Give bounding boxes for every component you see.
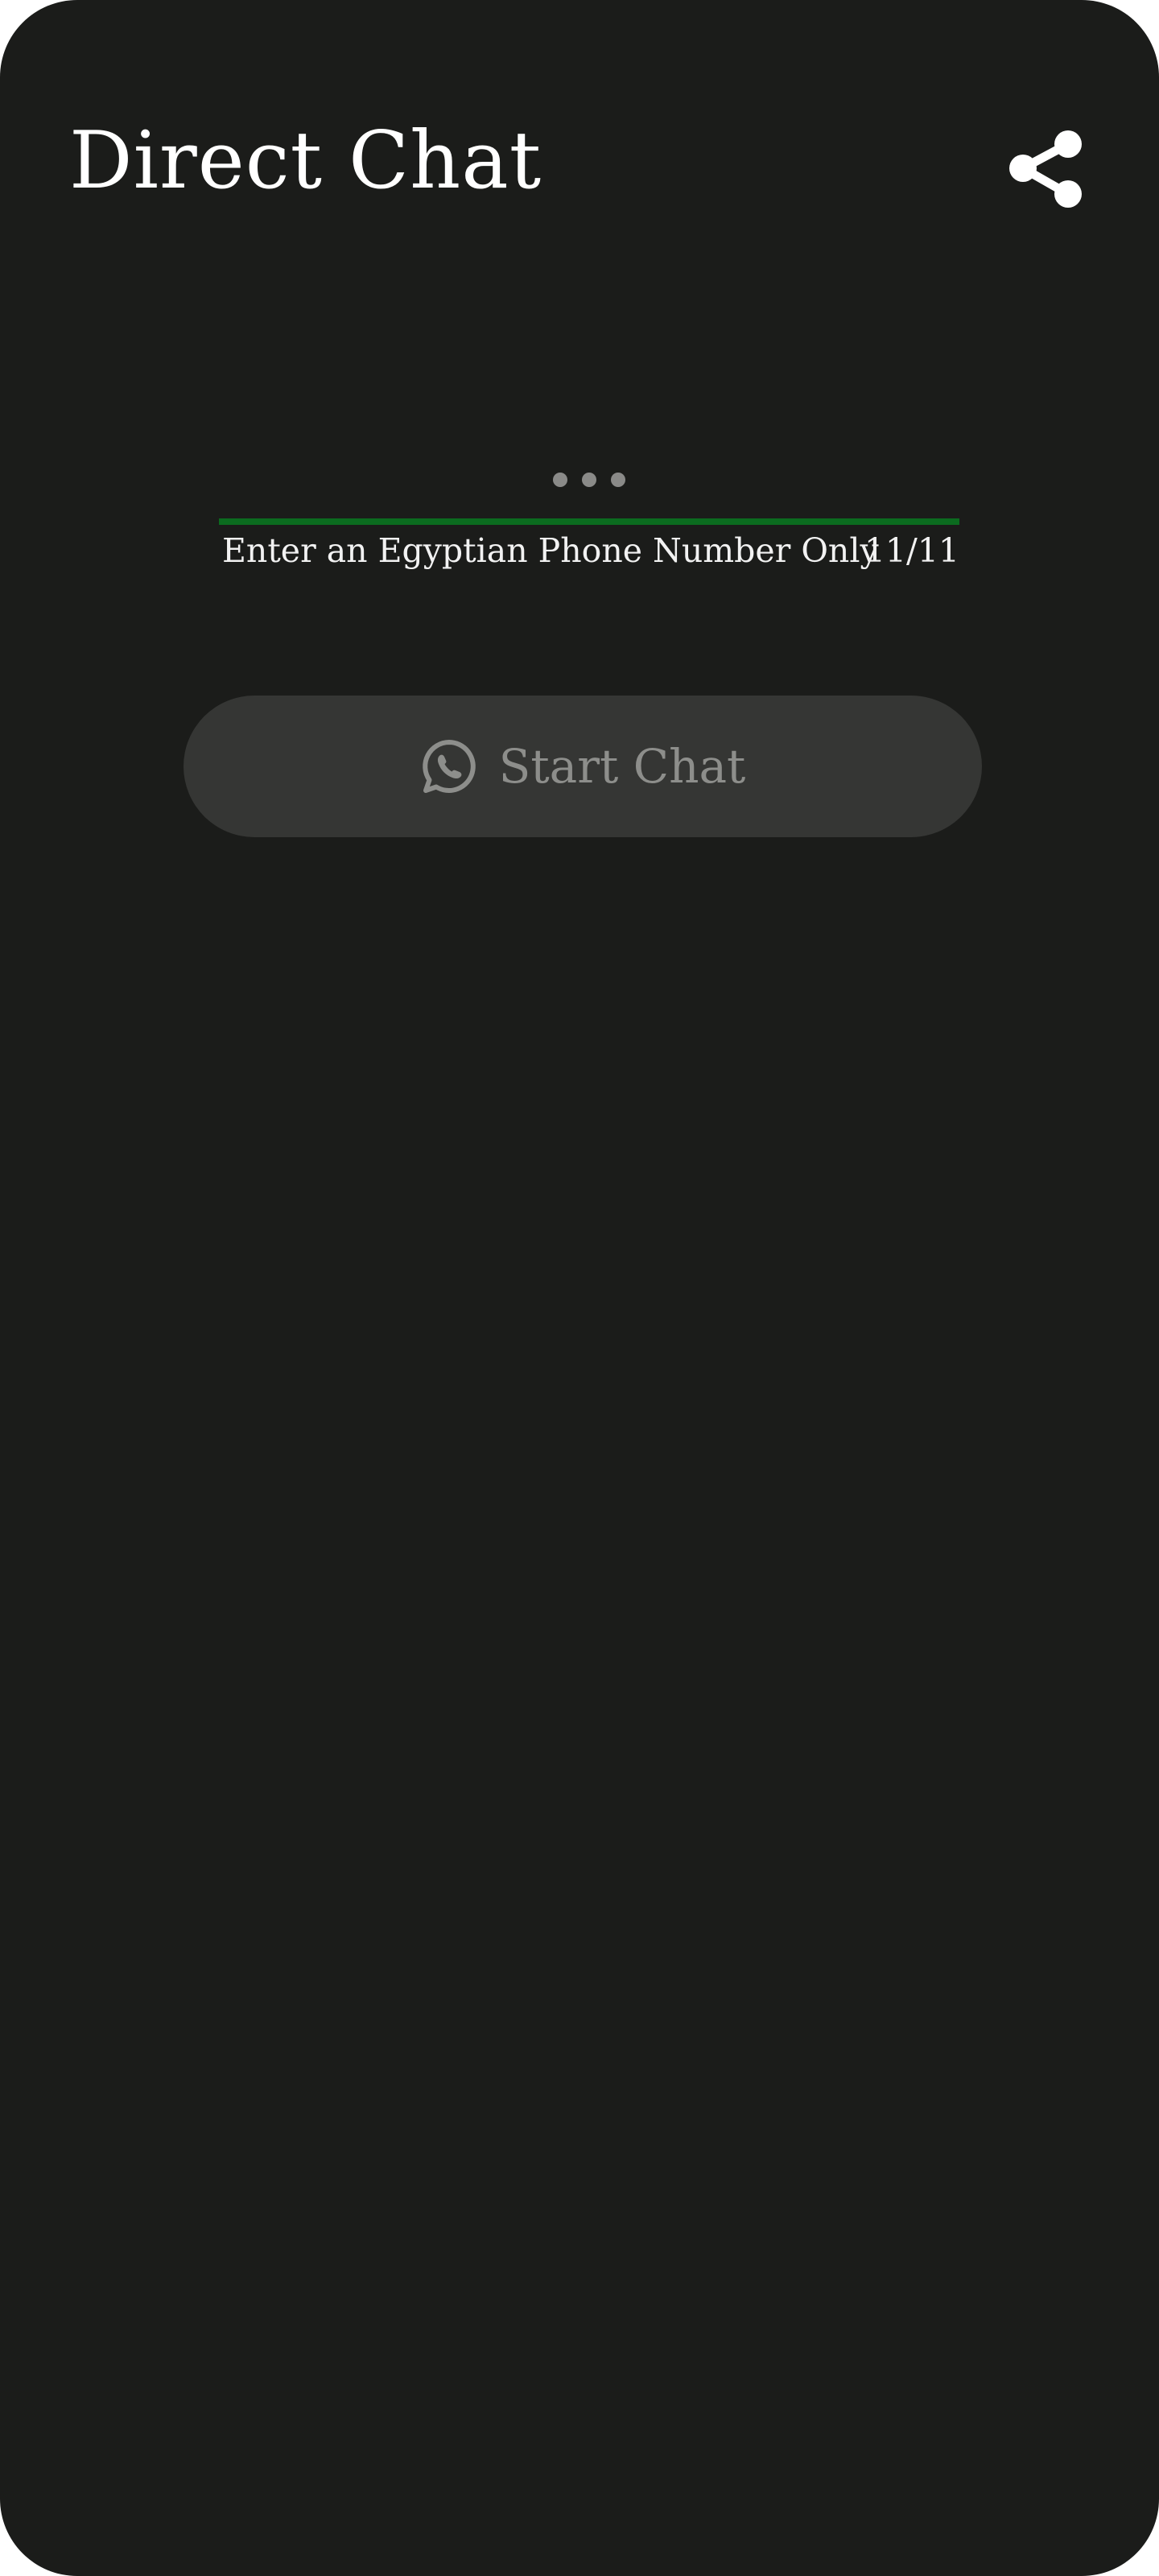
- mask-dot: [611, 473, 625, 487]
- character-counter: 11/11: [864, 531, 959, 570]
- start-chat-label: Start Chat: [498, 739, 746, 794]
- masked-phone-value: [219, 459, 959, 501]
- app-screen: Direct Chat Enter an Egyptian Phone Numb…: [0, 0, 1159, 2576]
- mask-dot: [553, 473, 567, 487]
- share-icon: [1007, 130, 1086, 208]
- share-button[interactable]: [998, 121, 1095, 217]
- phone-helper-text: Enter an Egyptian Phone Number Only: [222, 531, 879, 570]
- input-underline: [219, 518, 959, 525]
- mask-dot: [582, 473, 596, 487]
- app-title: Direct Chat: [69, 115, 542, 207]
- start-chat-button[interactable]: Start Chat: [184, 696, 982, 837]
- phone-number-field[interactable]: [219, 435, 963, 525]
- whatsapp-icon: [420, 737, 478, 795]
